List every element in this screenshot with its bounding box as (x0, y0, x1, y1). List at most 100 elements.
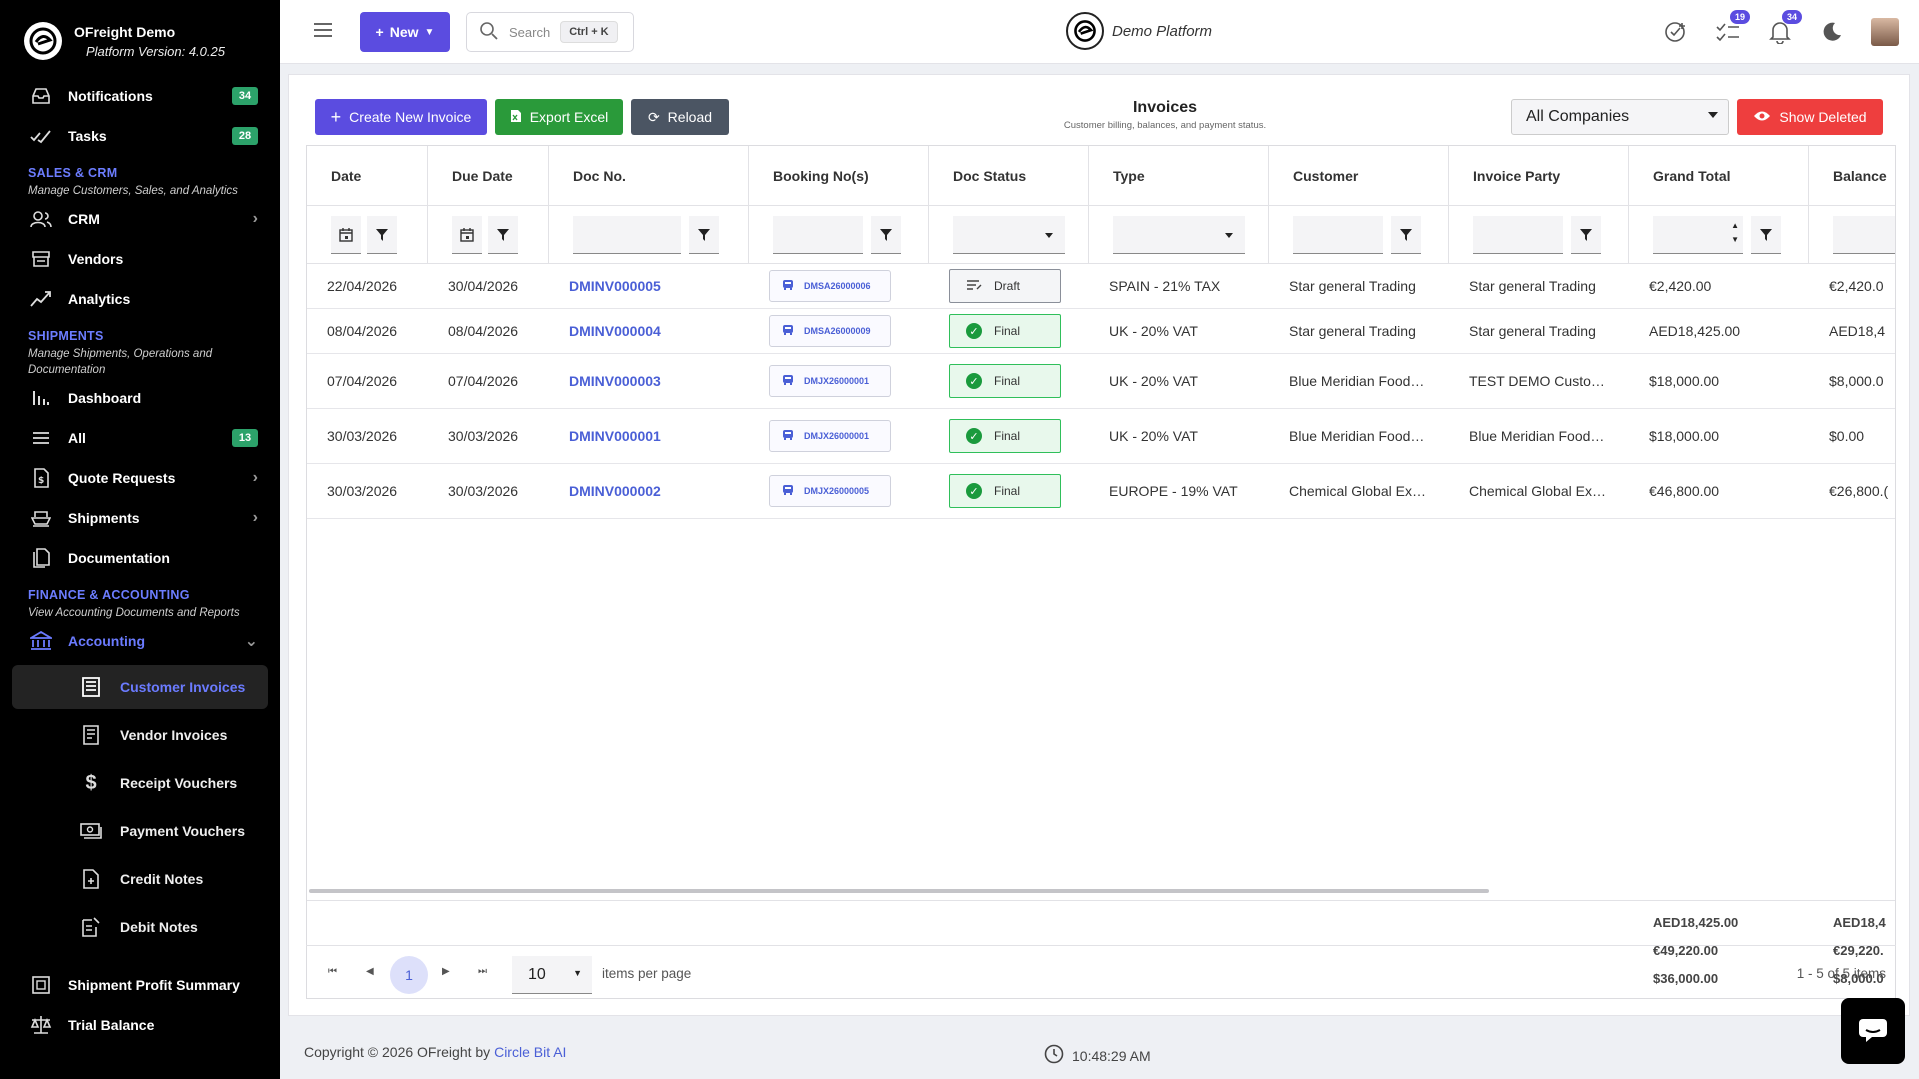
create-invoice-button[interactable]: + Create New Invoice (315, 99, 487, 135)
booking-chip[interactable]: DMJX26000001 (769, 365, 891, 397)
sidebar-subitem-debit-notes[interactable]: Debit Notes (12, 905, 268, 949)
filter-icon[interactable] (1391, 216, 1421, 254)
next-page-icon[interactable]: ▶ (442, 966, 450, 977)
col-header-grand-total[interactable]: Grand Total (1629, 146, 1809, 205)
section-subtitle: View Accounting Documents and Reports (28, 607, 240, 619)
reload-button[interactable]: ⟳ Reload (631, 99, 729, 135)
sidebar-subitem-receipt-vouchers[interactable]: $ Receipt Vouchers (12, 761, 268, 805)
filter-icon[interactable] (871, 216, 901, 254)
invoice-list-icon (80, 676, 102, 698)
app-logo-icon (24, 22, 62, 60)
cell-due-date: 30/04/2026 (448, 278, 519, 294)
col-header-balance[interactable]: Balance (1809, 146, 1895, 205)
page-number-current[interactable]: 1 (390, 956, 428, 994)
prev-page-icon[interactable]: ◀ (366, 966, 374, 977)
sidebar-item-label: Vendors (68, 251, 124, 267)
sidebar-item-documentation[interactable]: Documentation (0, 538, 280, 578)
col-header-customer[interactable]: Customer (1269, 146, 1449, 205)
customer-filter-input[interactable] (1293, 216, 1383, 254)
avatar[interactable] (1871, 18, 1899, 46)
grand-total-filter-input[interactable]: ▲ ▼ (1653, 216, 1743, 254)
doc-number-link[interactable]: DMINV000003 (569, 373, 661, 389)
doc-number-link[interactable]: DMINV000001 (569, 428, 661, 444)
sidebar-subitem-vendor-invoices[interactable]: Vendor Invoices (12, 713, 268, 757)
spinner-arrows-icon[interactable]: ▲ ▼ (1731, 219, 1739, 247)
calendar-icon[interactable] (452, 216, 482, 254)
last-page-icon[interactable]: ⏭ (478, 966, 487, 977)
sidebar-subitem-credit-notes[interactable]: Credit Notes (12, 857, 268, 901)
col-header-booking[interactable]: Booking No(s) (749, 146, 929, 205)
col-header-doc-status[interactable]: Doc Status (929, 146, 1089, 205)
company-link[interactable]: Circle Bit AI (494, 1044, 566, 1060)
sidebar-subitem-customer-invoices[interactable]: Customer Invoices (12, 665, 268, 709)
first-page-icon[interactable]: ⏮ (328, 966, 337, 977)
booking-chip[interactable]: DMJX26000005 (769, 475, 891, 507)
caret-down-icon (1708, 112, 1718, 118)
vehicle-icon (782, 484, 794, 498)
dark-mode-icon[interactable] (1819, 19, 1845, 45)
calendar-icon[interactable] (331, 216, 361, 254)
status-badge: ✓ Final (949, 474, 1061, 508)
sidebar-item-label: All (68, 430, 86, 446)
sidebar-item-dashboard[interactable]: Dashboard (0, 378, 280, 418)
booking-filter-input[interactable] (773, 216, 863, 254)
type-filter-select[interactable] (1113, 216, 1245, 254)
cell-grand-total: AED18,425.00 (1649, 323, 1741, 339)
draft-lines-icon (966, 279, 982, 294)
doc-number-link[interactable]: DMINV000005 (569, 278, 661, 294)
col-header-type[interactable]: Type (1089, 146, 1269, 205)
table-row[interactable]: 22/04/2026 30/04/2026 DMINV000005 DMSA26000… (307, 264, 1895, 309)
grid-header-row: Date Due Date Doc No. Booking No(s) Doc … (307, 146, 1895, 206)
filter-icon[interactable] (689, 216, 719, 254)
show-deleted-button[interactable]: Show Deleted (1737, 99, 1883, 135)
sidebar-item-shipment-profit-summary[interactable]: Shipment Profit Summary (0, 965, 280, 1005)
filter-icon[interactable] (367, 216, 397, 254)
company-select[interactable]: All Companies (1511, 99, 1729, 135)
doc-status-filter-select[interactable] (953, 216, 1065, 254)
col-header-date[interactable]: Date (307, 146, 428, 205)
sidebar-item-tasks[interactable]: Tasks 28 (0, 116, 280, 156)
sidebar-item-crm[interactable]: CRM › (0, 199, 280, 239)
hamburger-menu-icon[interactable] (314, 23, 332, 41)
sidebar-item-trial-balance[interactable]: Trial Balance (0, 1005, 280, 1045)
horizontal-scrollbar[interactable] (309, 889, 1489, 893)
sidebar-item-all[interactable]: All 13 (0, 418, 280, 458)
sidebar-item-quote-requests[interactable]: $ Quote Requests › (0, 458, 280, 498)
table-row[interactable]: 08/04/2026 08/04/2026 DMINV000004 DMSA26000… (307, 309, 1895, 354)
booking-chip[interactable]: DMJX26000001 (769, 420, 891, 452)
search-box[interactable]: Search Ctrl + K (466, 12, 634, 52)
chevron-right-icon: › (252, 509, 258, 526)
filter-icon[interactable] (1751, 216, 1781, 254)
sidebar-item-shipments[interactable]: Shipments › (0, 498, 280, 538)
booking-chip[interactable]: DMSA26000009 (769, 315, 891, 347)
export-excel-button[interactable]: Export Excel (495, 99, 623, 135)
sidebar-item-analytics[interactable]: Analytics (0, 279, 280, 319)
tasks-icon[interactable]: 19 (1715, 10, 1750, 45)
sidebar-item-notifications[interactable]: Notifications 34 (0, 76, 280, 116)
doc-number-link[interactable]: DMINV000002 (569, 483, 661, 499)
page-size-select[interactable]: 10 ▼ (512, 956, 592, 994)
balance-filter-input[interactable] (1833, 216, 1895, 254)
sidebar-subitem-payment-vouchers[interactable]: Payment Vouchers (12, 809, 268, 853)
table-row[interactable]: 30/03/2026 30/03/2026 DMINV000001 DMJX26000… (307, 409, 1895, 464)
chevron-down-icon: ⌄ (244, 633, 258, 650)
add-task-icon[interactable] (1663, 19, 1689, 45)
invoice-party-filter-input[interactable] (1473, 216, 1563, 254)
sidebar-item-accounting[interactable]: Accounting ⌄ (0, 621, 280, 661)
table-row[interactable]: 30/03/2026 30/03/2026 DMINV000002 DMJX26000… (307, 464, 1895, 519)
booking-chip[interactable]: DMSA26000006 (769, 270, 891, 302)
col-header-due-date[interactable]: Due Date (428, 146, 549, 205)
bell-icon[interactable]: 34 (1767, 10, 1802, 45)
doc-number-link[interactable]: DMINV000004 (569, 323, 661, 339)
filter-icon[interactable] (1571, 216, 1601, 254)
col-header-invoice-party[interactable]: Invoice Party (1449, 146, 1629, 205)
chat-widget-button[interactable] (1841, 998, 1905, 1064)
cell-balance: €26,800.( (1829, 483, 1889, 499)
filter-icon[interactable] (488, 216, 518, 254)
new-button[interactable]: + New ▼ (360, 12, 450, 52)
sidebar-item-vendors[interactable]: Vendors (0, 239, 280, 279)
doc-no-filter-input[interactable] (573, 216, 681, 254)
col-header-doc-no[interactable]: Doc No. (549, 146, 749, 205)
items-per-page-label: items per page (602, 966, 692, 981)
table-row[interactable]: 07/04/2026 07/04/2026 DMINV000003 DMJX26000… (307, 354, 1895, 409)
